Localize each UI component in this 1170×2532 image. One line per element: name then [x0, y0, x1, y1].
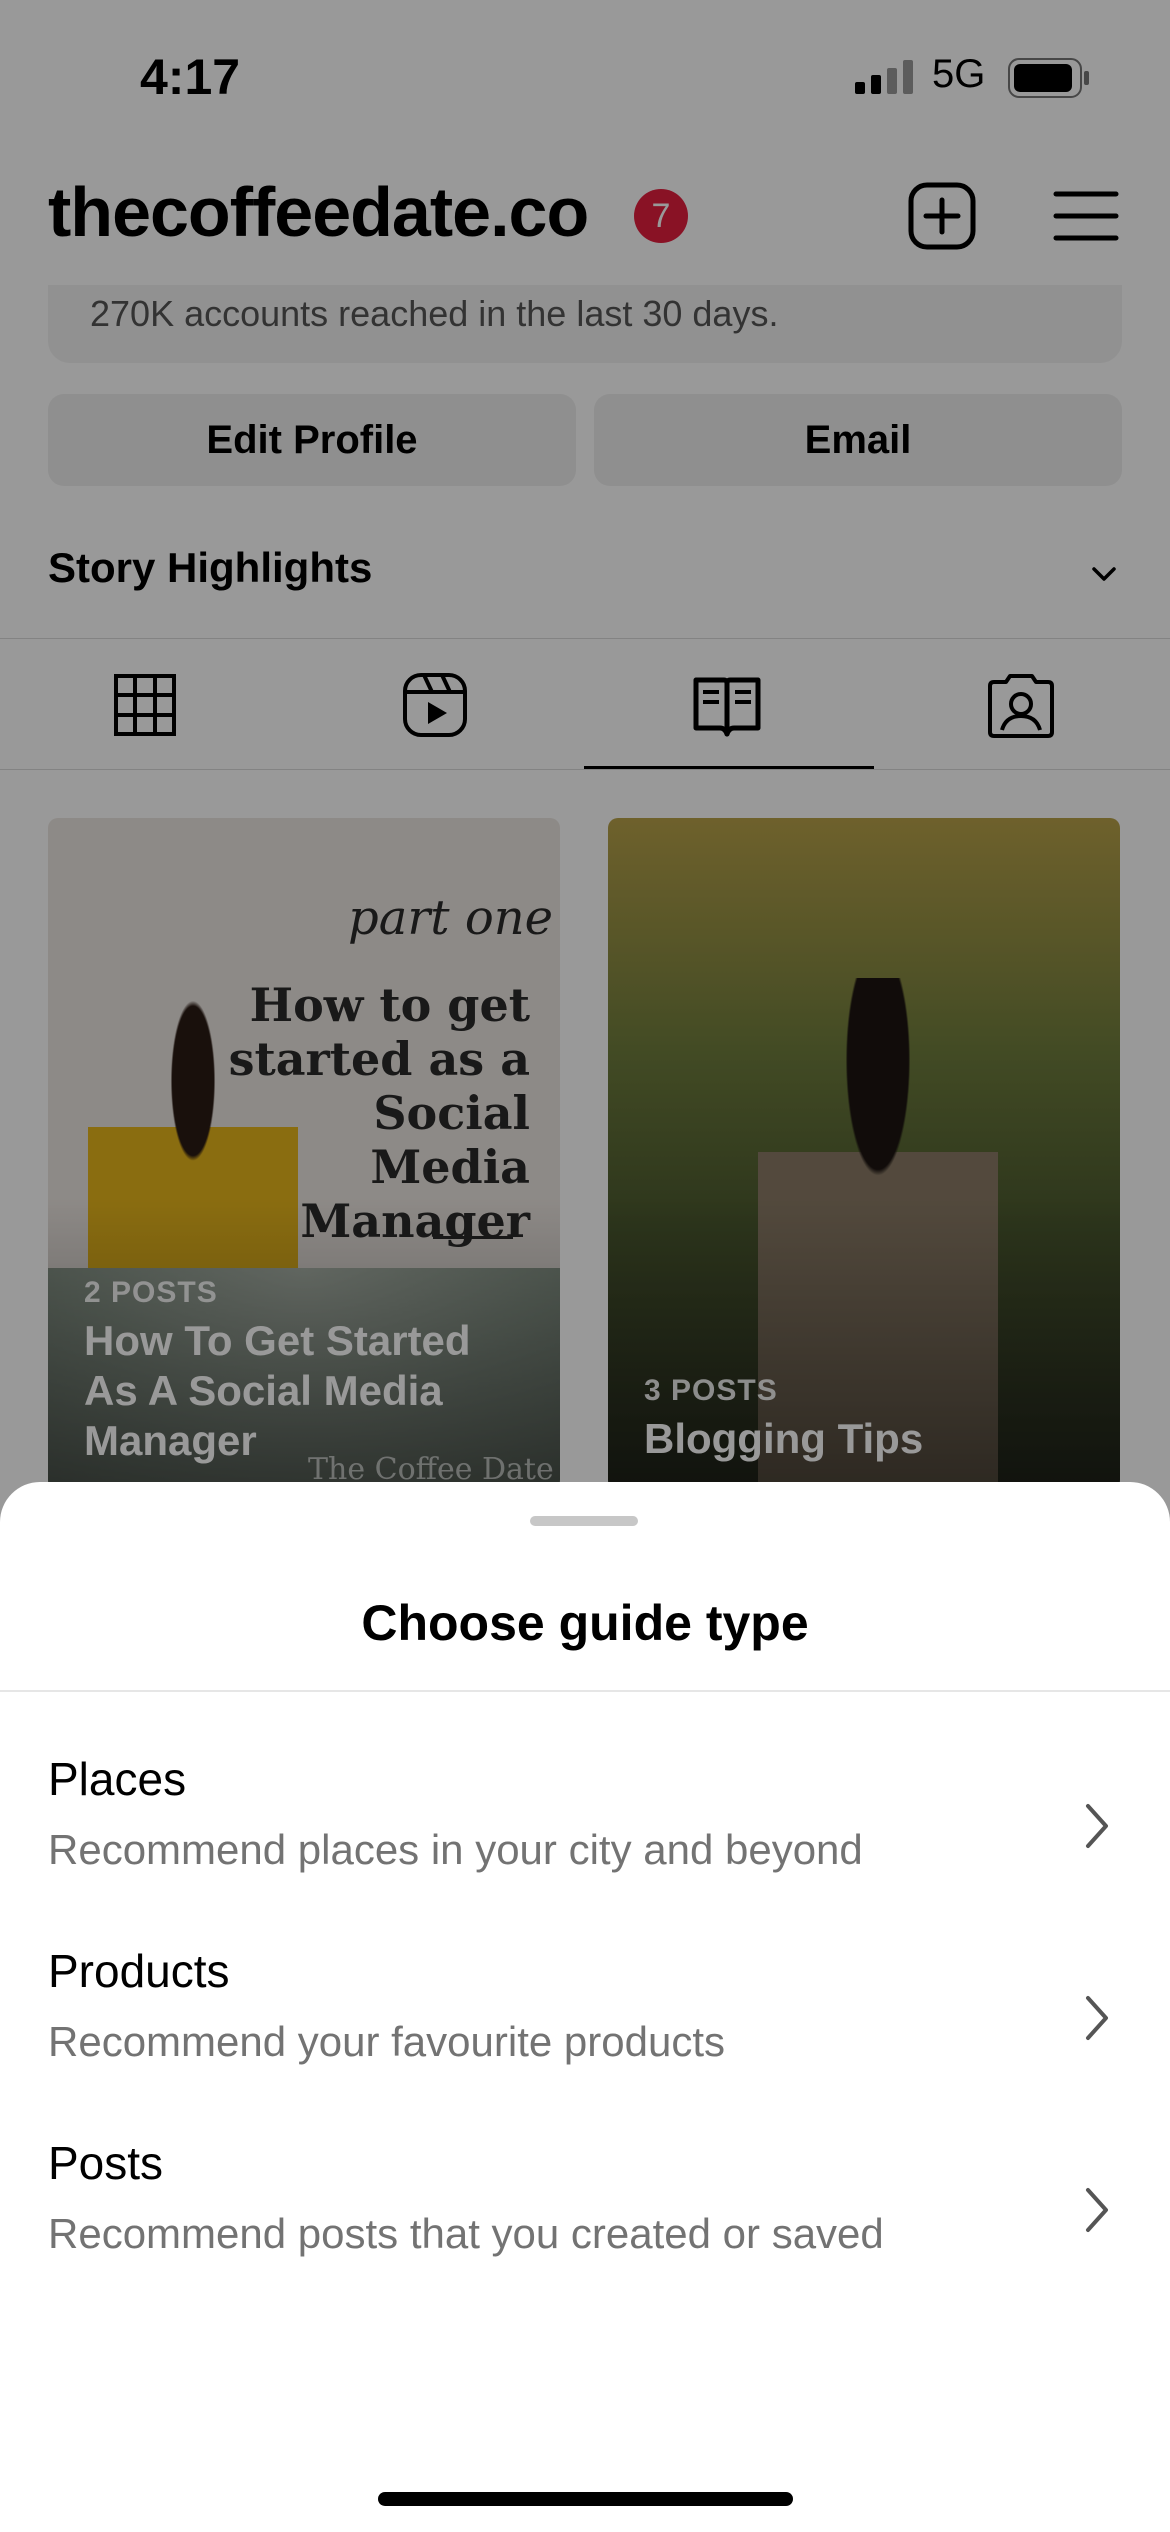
guide-option-products[interactable]: Products Recommend your favourite produc… [0, 1944, 1170, 2124]
option-title: Products [48, 1945, 230, 1997]
sheet-divider [0, 1690, 1170, 1692]
option-description: Recommend places in your city and beyond [48, 1826, 863, 1873]
option-description: Recommend posts that you created or save… [48, 2210, 884, 2257]
option-title: Posts [48, 2137, 164, 2189]
option-description: Recommend your favourite products [48, 2018, 725, 2065]
sheet-title: Choose guide type [361, 1595, 809, 1651]
home-indicator[interactable] [378, 2492, 793, 2506]
chevron-right-icon [1086, 1996, 1108, 2040]
guide-option-posts[interactable]: Posts Recommend posts that you created o… [0, 2136, 1170, 2316]
option-title: Places [48, 1753, 187, 1805]
guide-option-places[interactable]: Places Recommend places in your city and… [0, 1752, 1170, 1932]
sheet-grabber[interactable] [530, 1516, 638, 1526]
chevron-right-icon [1086, 2188, 1108, 2232]
chevron-right-icon [1086, 1804, 1108, 1848]
